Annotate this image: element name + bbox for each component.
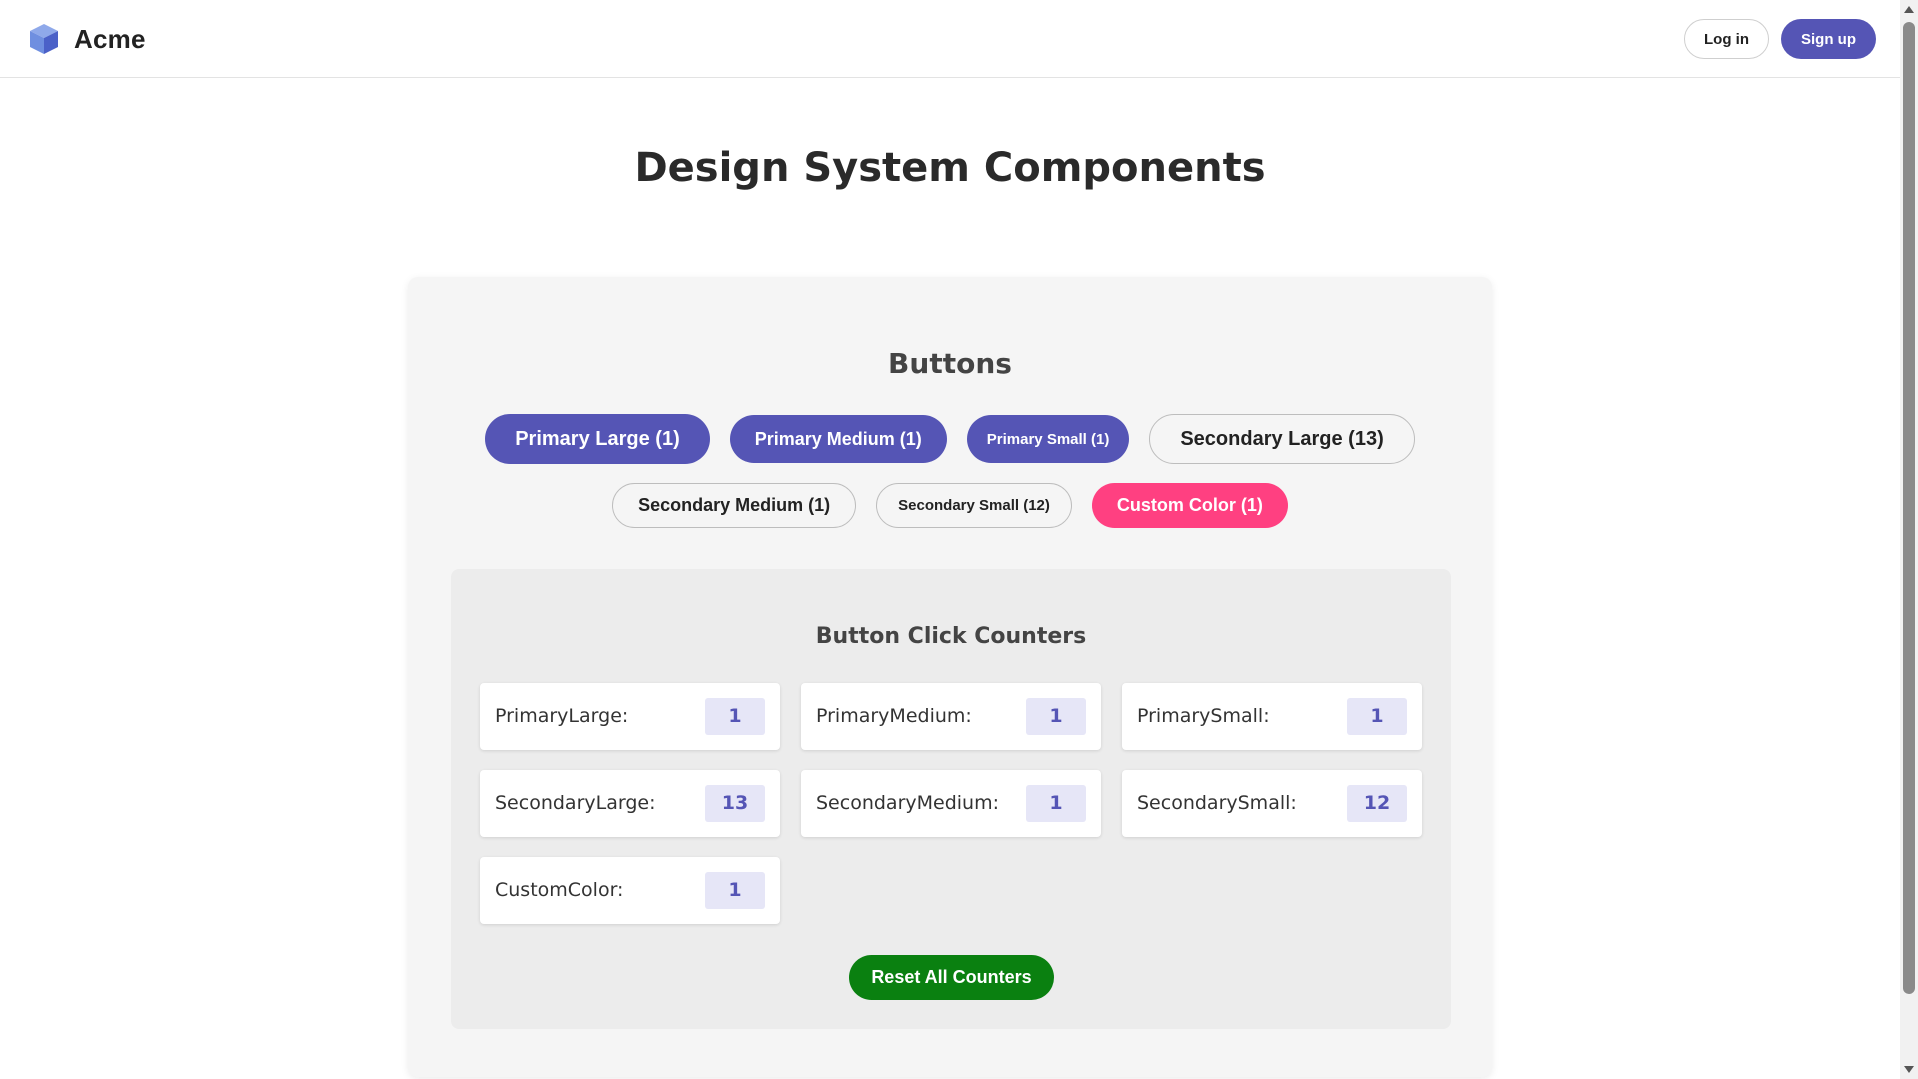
counter-label: SecondarySmall: (1137, 792, 1297, 814)
scroll-thumb[interactable] (1903, 22, 1915, 994)
counter-label: PrimarySmall: (1137, 705, 1270, 727)
custom-color-button[interactable]: Custom Color (1) (1091, 483, 1288, 528)
scroll-up-arrow-icon[interactable] (1904, 6, 1914, 13)
counter-card-custom-color: CustomColor: 1 (480, 857, 780, 924)
counter-label: PrimaryMedium: (816, 705, 972, 727)
counter-card-secondary-small: SecondarySmall: 12 (1122, 770, 1422, 837)
counter-card-secondary-medium: SecondaryMedium: 1 (801, 770, 1101, 837)
counter-label: SecondaryLarge: (495, 792, 656, 814)
secondary-small-button[interactable]: Secondary Small (12) (876, 483, 1072, 528)
counters-title: Button Click Counters (815, 624, 1087, 649)
buttons-section-title: Buttons (888, 347, 1012, 380)
counter-value: 13 (705, 785, 765, 822)
buttons-panel: Buttons Primary Large (1) Primary Medium… (408, 277, 1492, 1077)
primary-small-button[interactable]: Primary Small (1) (966, 415, 1130, 463)
brand-link[interactable]: Acme (28, 22, 146, 56)
login-button[interactable]: Log in (1684, 19, 1769, 59)
counter-card-primary-small: PrimarySmall: 1 (1122, 683, 1422, 750)
page-title: Design System Components (634, 145, 1266, 191)
viewport: Acme Log in Sign up Design System Compon… (0, 0, 1900, 1079)
counter-card-secondary-large: SecondaryLarge: 13 (480, 770, 780, 837)
button-row-1: Primary Large (1) Primary Medium (1) Pri… (408, 414, 1492, 464)
counter-value: 1 (1347, 698, 1407, 735)
scroll-down-arrow-icon[interactable] (1904, 1066, 1914, 1073)
counter-grid: PrimaryLarge: 1 PrimaryMedium: 1 Primary… (480, 683, 1422, 924)
counter-value: 1 (705, 872, 765, 909)
nav-actions: Log in Sign up (1684, 19, 1876, 59)
counter-card-primary-medium: PrimaryMedium: 1 (801, 683, 1101, 750)
counter-card-primary-large: PrimaryLarge: 1 (480, 683, 780, 750)
click-counters-panel: Button Click Counters PrimaryLarge: 1 Pr… (451, 569, 1451, 1029)
secondary-large-button[interactable]: Secondary Large (13) (1149, 414, 1415, 464)
counter-label: PrimaryLarge: (495, 705, 629, 727)
button-row-2: Secondary Medium (1) Secondary Small (12… (408, 483, 1492, 528)
counter-value: 1 (1026, 785, 1086, 822)
primary-medium-button[interactable]: Primary Medium (1) (729, 415, 947, 463)
counter-label: CustomColor: (495, 879, 624, 901)
secondary-medium-button[interactable]: Secondary Medium (1) (612, 483, 857, 528)
counter-value: 1 (705, 698, 765, 735)
counter-value: 1 (1026, 698, 1086, 735)
brand-name: Acme (74, 23, 146, 54)
counter-label: SecondaryMedium: (816, 792, 999, 814)
vertical-scrollbar[interactable] (1900, 0, 1918, 1079)
primary-large-button[interactable]: Primary Large (1) (485, 414, 710, 464)
signup-button[interactable]: Sign up (1781, 19, 1876, 59)
reset-counters-button[interactable]: Reset All Counters (849, 955, 1054, 1000)
top-navbar: Acme Log in Sign up (0, 0, 1900, 78)
cube-logo-icon (30, 24, 58, 54)
counter-value: 12 (1347, 785, 1407, 822)
